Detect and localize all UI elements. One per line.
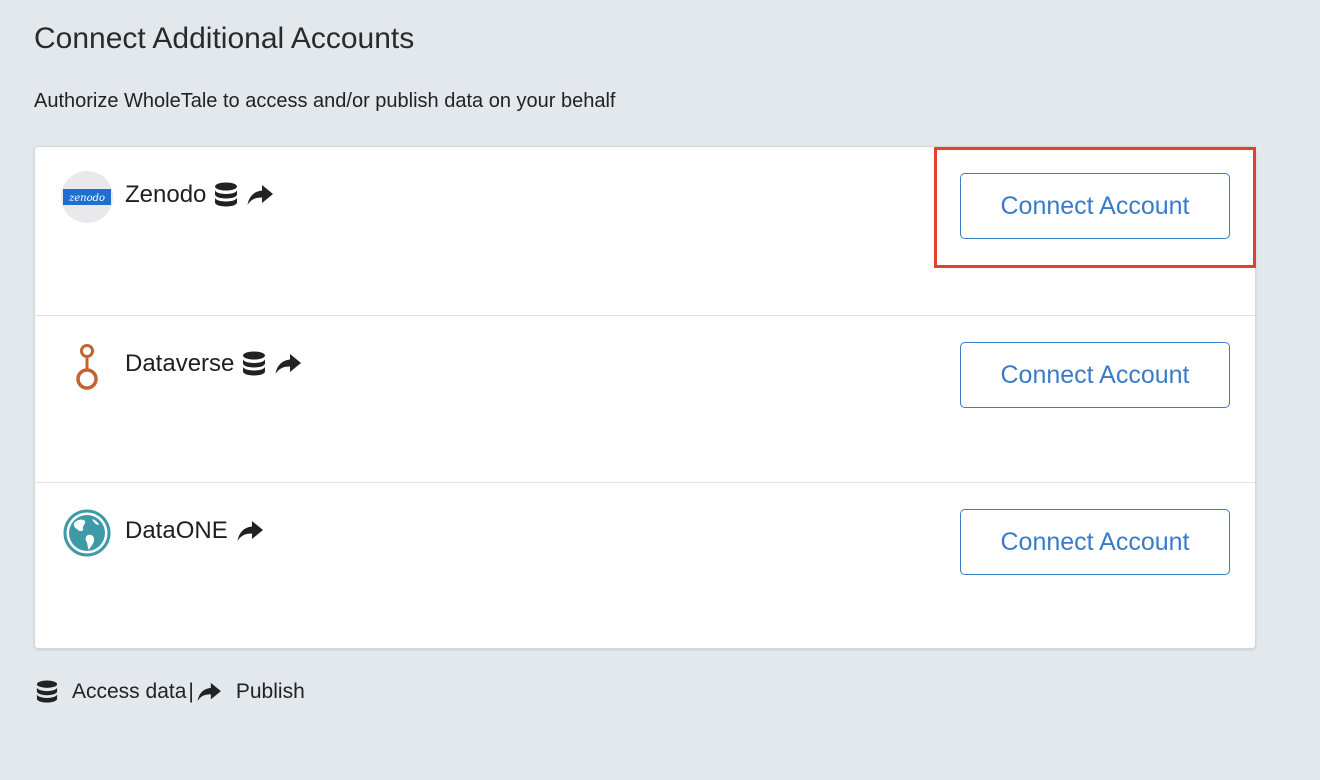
connect-account-button-zenodo[interactable]: Connect Account	[960, 173, 1230, 239]
database-icon	[36, 680, 58, 703]
provider-row-dataone: DataONE Connect Account	[35, 482, 1255, 649]
database-icon	[243, 351, 266, 376]
connect-account-button-dataverse[interactable]: Connect Account	[960, 342, 1230, 408]
accounts-card: zenodo Zenodo Connect Account Dataverse	[34, 146, 1256, 649]
share-icon	[197, 682, 221, 702]
legend-access-label: Access data	[72, 680, 187, 703]
provider-title-dataverse: Dataverse	[125, 350, 302, 378]
provider-name: DataONE	[125, 517, 228, 544]
provider-row-zenodo: zenodo Zenodo Connect Account	[35, 147, 1255, 315]
icon-legend: Access data | Publish	[36, 680, 305, 704]
provider-row-dataverse: Dataverse Connect Account	[35, 315, 1255, 483]
share-icon	[237, 521, 263, 541]
share-icon	[247, 185, 274, 205]
zenodo-logo-text: zenodo	[68, 193, 105, 204]
page-subtitle: Authorize WholeTale to access and/or pub…	[34, 90, 616, 112]
connect-account-button-dataone[interactable]: Connect Account	[960, 509, 1230, 575]
share-icon	[275, 354, 302, 374]
page-title: Connect Additional Accounts	[34, 22, 415, 55]
zenodo-logo: zenodo	[61, 171, 113, 223]
provider-name: Zenodo	[125, 181, 207, 208]
provider-title-zenodo: Zenodo	[125, 181, 274, 209]
dataverse-logo	[76, 344, 98, 390]
dataone-logo	[63, 509, 111, 557]
database-icon	[215, 182, 238, 207]
legend-publish-label: Publish	[235, 680, 305, 703]
legend-separator: |	[188, 680, 194, 703]
provider-title-dataone: DataONE	[125, 517, 264, 545]
provider-name: Dataverse	[125, 350, 235, 377]
